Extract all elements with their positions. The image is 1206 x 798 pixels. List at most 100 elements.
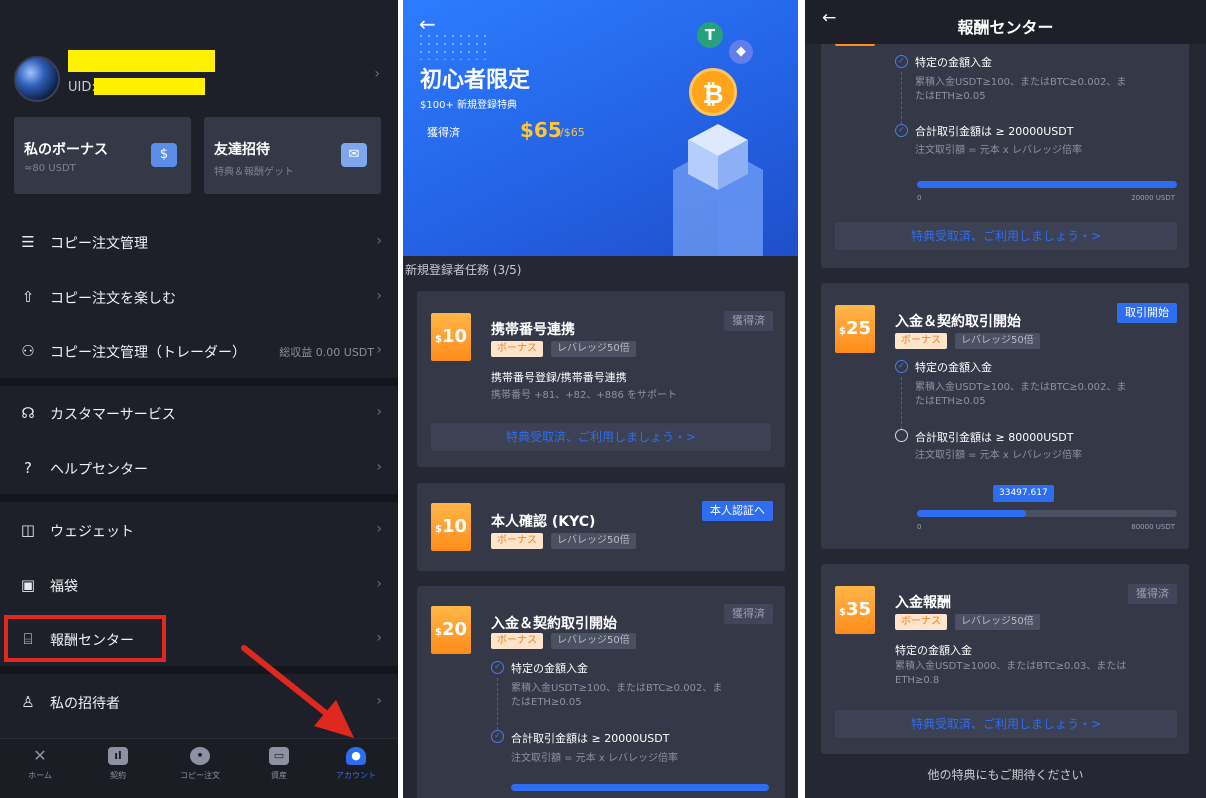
reward-amount: 35: [845, 599, 872, 620]
status-badge: 獲得済: [724, 604, 773, 624]
reward-claimed-button[interactable]: 特典受取済、ご利用しましょう・>: [835, 222, 1177, 250]
menu-item-help-center[interactable]: ? ヘルプセンター ›: [0, 440, 398, 496]
bonus-tag: ボーナス: [895, 333, 947, 349]
menu-item-copy-order-management[interactable]: ☰ コピー注文管理 ›: [0, 214, 398, 270]
chevron-right-icon: ›: [376, 459, 382, 475]
chart-window-icon: ◫: [20, 521, 36, 539]
chevron-right-icon: ›: [376, 233, 382, 249]
progress-bar: [917, 181, 1177, 188]
reward-claimed-button[interactable]: 特典受取済、ご利用しましょう・>: [835, 710, 1177, 738]
headset-icon: ☊: [21, 404, 35, 422]
step-title: 合計取引金額は ≥ 20000USDT: [915, 125, 1074, 138]
contract-icon: ıl: [108, 747, 128, 765]
chevron-right-icon: ›: [376, 693, 382, 709]
task-card-25: $25 入金＆契約取引開始 ボーナス レバレッジ50倍 取引開始 ✓ 特定の金額…: [821, 283, 1189, 549]
my-bonus-card[interactable]: 私のボーナス ≈80 USDT $: [14, 117, 191, 194]
task-card-35: $35 入金報酬 ボーナス レバレッジ50倍 獲得済 特定の金額入金 累積入金U…: [821, 564, 1189, 754]
progress-min-label: 0: [917, 194, 922, 202]
bonus-tag: ボーナス: [491, 533, 543, 549]
tab-contract[interactable]: ıl 契約: [88, 747, 148, 781]
footer-text: 他の特典にもご期待ください: [927, 768, 1084, 782]
task-note: 累積入金USDT≥1000、またはBTC≥0.03、または ETH≥0.8: [895, 661, 1127, 686]
tab-home[interactable]: ✕ ホーム: [10, 747, 70, 781]
account-icon: ●: [346, 747, 366, 765]
reward-amount: 20: [441, 619, 468, 640]
home-logo-icon: ✕: [33, 746, 47, 765]
avatar: [14, 56, 60, 102]
leverage-tag: レバレッジ50倍: [955, 614, 1040, 630]
invite-friends-card[interactable]: 友達招待 特典＆報酬ゲット ✉: [204, 117, 381, 194]
menu-item-widget[interactable]: ◫ ウェジェット ›: [0, 502, 398, 558]
task-title: 本人確認 (KYC): [491, 514, 596, 530]
check-circle-icon: ✓: [491, 661, 504, 674]
earned-max: /$65: [560, 126, 585, 139]
uid-label: UID:: [68, 80, 96, 95]
progress-bar: [511, 784, 769, 791]
share-icon: ⇧: [21, 288, 35, 306]
section-divider: [0, 494, 398, 502]
progress-bar: [917, 510, 1177, 517]
chevron-right-icon: ›: [376, 630, 382, 646]
step-title: 特定の金額入金: [915, 361, 992, 374]
leverage-tag: レバレッジ50倍: [955, 333, 1040, 349]
bag-icon: ▣: [20, 576, 36, 594]
task-card-deposit-trade: $20 入金＆契約取引開始 ボーナス レバレッジ50倍 獲得済 ✓ 特定の金額入…: [417, 586, 785, 798]
menu-item-enjoy-copy-order[interactable]: ⇧ コピー注文を楽しむ ›: [0, 269, 398, 325]
check-circle-icon: ✓: [491, 730, 504, 743]
task-title: 入金報酬: [895, 595, 951, 611]
wallet-icon: ▭: [269, 747, 289, 765]
progress-min-label: 0: [917, 523, 922, 531]
menu-item-lucky-bag[interactable]: ▣ 福袋 ›: [0, 557, 398, 613]
reward-claimed-button[interactable]: 特典受取済、ご利用しましょう・>: [431, 423, 771, 451]
tab-label: アカウント: [336, 771, 376, 780]
menu-item-label: 私の招待者: [50, 696, 120, 712]
hero-banner: ← 初心者限定 $100+ 新規登録特典 獲得済 $65 /$65 ₿ T ◆: [403, 0, 798, 256]
bonus-tag: ボーナス: [895, 614, 947, 630]
progress-value-tooltip: 33497.617: [993, 485, 1054, 502]
invite-friends-title: 友達招待: [214, 142, 270, 158]
task-card-deposit-trade-completed: ✓ 特定の金額入金 累積入金USDT≥100、またはBTC≥0.002、ま たは…: [821, 12, 1189, 268]
chevron-right-icon: ›: [374, 66, 380, 82]
profile-header[interactable]: UID: ›: [0, 34, 398, 114]
hero-subtitle: $100+ 新規登録特典: [420, 100, 518, 111]
step-title: 特定の金額入金: [915, 56, 992, 69]
task-card-kyc: $10 本人確認 (KYC) ボーナス レバレッジ50倍 本人認証へ: [417, 483, 785, 571]
reward-badge: $20: [431, 606, 471, 654]
task-card-phone: $10 携帯番号連携 ボーナス レバレッジ50倍 獲得済 携帯番号登録/携帯番号…: [417, 291, 785, 467]
check-circle-icon: ✓: [895, 55, 908, 68]
my-bonus-amount: ≈80 USDT: [24, 163, 76, 174]
task-description: 特定の金額入金: [895, 644, 972, 657]
org-chart-icon: ⚇: [21, 342, 35, 360]
start-trading-button[interactable]: 取引開始: [1117, 303, 1177, 323]
hero-title: 初心者限定: [420, 68, 531, 93]
tab-label: 資産: [271, 771, 287, 780]
reward-amount: 25: [845, 318, 872, 339]
invite-friends-sub: 特典＆報酬ゲット: [214, 167, 294, 178]
menu-item-label: コピー注文管理（トレーダー）: [50, 345, 246, 361]
verify-identity-button[interactable]: 本人認証へ: [702, 501, 773, 521]
step-connector: [901, 72, 902, 124]
beginner-offer-panel: ← 初心者限定 $100+ 新規登録特典 獲得済 $65 /$65 ₿ T ◆ …: [403, 0, 798, 798]
leverage-tag: レバレッジ50倍: [551, 533, 636, 549]
progress-fill: [917, 510, 1026, 517]
tab-copy-order[interactable]: • コピー注文: [170, 747, 230, 781]
menu-item-label: カスタマーサービス: [50, 407, 176, 423]
bonus-tag: ボーナス: [491, 633, 543, 649]
step-title: 合計取引金額は ≥ 20000USDT: [511, 732, 670, 745]
step-note: 注文取引額 = 元本 x レバレッジ倍率: [915, 450, 1083, 461]
step-title: 特定の金額入金: [511, 662, 588, 675]
dot-pattern: [417, 32, 487, 60]
menu-item-label: コピー注文を楽しむ: [50, 291, 176, 307]
menu-item-customer-service[interactable]: ☊ カスタマーサービス ›: [0, 385, 398, 441]
chevron-right-icon: ›: [376, 404, 382, 420]
crypto-tower-illustration: [673, 124, 763, 256]
tab-assets[interactable]: ▭ 資産: [249, 747, 309, 781]
my-bonus-title: 私のボーナス: [24, 142, 108, 158]
leverage-tag: レバレッジ50倍: [551, 633, 636, 649]
menu-item-trader-management[interactable]: ⚇ コピー注文管理（トレーダー） 総収益 0.00 USDT ›: [0, 323, 398, 379]
chevron-right-icon: ›: [376, 521, 382, 537]
tab-account[interactable]: ● アカウント: [326, 747, 386, 781]
status-badge: 獲得済: [724, 311, 773, 331]
reward-badge: $10: [431, 313, 471, 361]
check-circle-icon: ✓: [895, 124, 908, 137]
